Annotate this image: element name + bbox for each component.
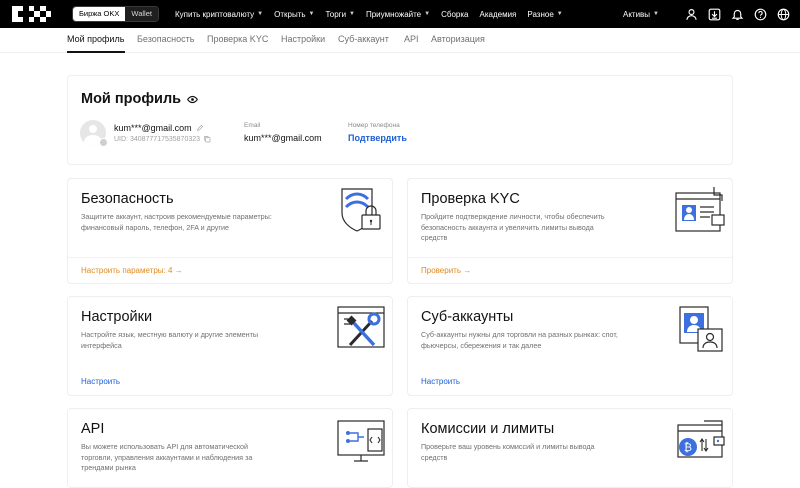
menu-item-label: Сборка <box>441 9 469 19</box>
card-description: Настройте язык, местную валюту и другие … <box>81 330 259 350</box>
product-switch: Биржа OKX Wallet <box>72 6 159 22</box>
settings-tools-icon <box>337 306 385 348</box>
wallet-bitcoin-icon: ₿ <box>677 420 725 458</box>
exchange-switch-button[interactable]: Биржа OKX <box>73 7 126 21</box>
card-title: Безопасность <box>81 191 174 207</box>
card-description: Проверьте ваш уровень комиссий и лимиты … <box>421 442 595 462</box>
chevron-down-icon: ▼ <box>257 11 264 17</box>
card-description: Защитите аккаунт, настроив рекомендуемые… <box>81 212 272 232</box>
menu-item-label: Академия <box>479 9 517 19</box>
configure-settings-link[interactable]: Настроить <box>81 377 120 386</box>
bell-icon[interactable] <box>730 7 744 21</box>
kyc-card[interactable]: Проверка KYC Пройдите подтверждение личн… <box>407 178 733 284</box>
sub-accounts-card[interactable]: Суб-аккаунты Суб-аккаунты нужны для торг… <box>407 296 733 396</box>
menu-grow[interactable]: Приумножайте ▼ <box>366 10 430 19</box>
card-title: API <box>81 421 105 437</box>
id-document-icon <box>675 187 725 232</box>
eye-icon[interactable] <box>187 94 199 105</box>
security-card[interactable]: Безопасность Защитите аккаунт, настроив … <box>67 178 393 284</box>
uid-text: UID: 340877717535870323 <box>114 135 201 143</box>
card-description: Пройдите подтверждение личности, чтобы о… <box>421 212 605 242</box>
phone-label: Номер телефона <box>348 122 400 129</box>
chevron-down-icon: ▼ <box>653 11 659 17</box>
card-description: Суб-аккаунты нужны для торговли на разны… <box>421 330 618 350</box>
menu-build[interactable]: Сборка <box>441 10 468 19</box>
card-description: Вы можете использовать API для автоматич… <box>81 442 253 472</box>
username: kum***@gmail.com <box>114 123 204 133</box>
email-value: kum***@gmail.com <box>244 133 322 143</box>
api-card[interactable]: API Вы можете использовать API для автом… <box>67 408 393 488</box>
menu-buy-crypto[interactable]: Купить криптовалюту ▼ <box>175 10 263 19</box>
api-monitor-icon <box>337 420 385 462</box>
page-title: Мой профиль <box>81 91 199 107</box>
tab-my-profile[interactable]: Мой профиль <box>67 34 124 44</box>
active-tab-indicator <box>67 51 125 53</box>
copy-icon[interactable] <box>203 135 211 143</box>
menu-more[interactable]: Разное ▼ <box>527 10 562 19</box>
configure-sub-accounts-link[interactable]: Настроить <box>421 377 460 386</box>
globe-icon[interactable] <box>776 7 790 21</box>
menu-item-label: Открыть <box>274 9 306 19</box>
card-divider <box>68 257 392 258</box>
user-icon[interactable] <box>684 7 698 21</box>
help-icon[interactable] <box>753 7 767 21</box>
username-text: kum***@gmail.com <box>114 123 192 133</box>
menu-item-label: Торги <box>325 9 347 19</box>
right-navigation: Активы ▼ <box>623 0 790 28</box>
page-title-text: Мой профиль <box>81 91 182 107</box>
sub-account-icon <box>679 306 723 352</box>
wallet-switch-button[interactable]: Wallet <box>125 7 158 21</box>
profile-card: Мой профиль kum***@gmail.com UID: 340877… <box>67 75 733 165</box>
tab-api[interactable]: API <box>404 34 419 44</box>
fees-limits-card[interactable]: Комиссии и лимиты Проверьте ваш уровень … <box>407 408 733 488</box>
tab-kyc[interactable]: Проверка KYC <box>207 34 268 44</box>
camera-icon[interactable] <box>99 138 108 147</box>
chevron-down-icon: ▼ <box>424 11 431 17</box>
menu-item-label: Купить криптовалюту <box>175 9 255 19</box>
card-title: Суб-аккаунты <box>421 309 514 325</box>
edit-icon[interactable] <box>196 124 204 132</box>
settings-card[interactable]: Настройки Настройте язык, местную валюту… <box>67 296 393 396</box>
card-title: Комиссии и лимиты <box>421 421 555 437</box>
tab-sub-account[interactable]: Суб-аккаунт <box>338 34 389 44</box>
okx-logo[interactable] <box>12 6 58 22</box>
top-navigation: Биржа OKX Wallet Купить криптовалюту ▼ От… <box>0 0 800 28</box>
assets-label: Активы <box>622 9 651 19</box>
card-divider <box>408 257 732 258</box>
download-icon[interactable] <box>707 7 721 21</box>
menu-academy[interactable]: Академия <box>479 10 516 19</box>
card-title: Проверка KYC <box>421 191 520 207</box>
tab-authorization[interactable]: Авторизация <box>431 34 485 44</box>
menu-open[interactable]: Открыть ▼ <box>274 10 314 19</box>
uid: UID: 340877717535870323 <box>114 135 211 143</box>
chevron-down-icon: ▼ <box>308 11 315 17</box>
shield-lock-icon <box>341 188 381 232</box>
assets-menu[interactable]: Активы ▼ <box>623 10 659 19</box>
profile-tabs: Мой профиль Безопасность Проверка KYC На… <box>0 28 800 53</box>
tab-settings[interactable]: Настройки <box>281 34 325 44</box>
svg-text:₿: ₿ <box>684 441 692 454</box>
email-label: Email <box>244 122 261 129</box>
configure-security-link[interactable]: Настроить параметры: 4 → <box>81 266 183 275</box>
tab-security[interactable]: Безопасность <box>137 34 194 44</box>
menu-trade[interactable]: Торги ▼ <box>325 10 355 19</box>
chevron-down-icon: ▼ <box>556 11 563 17</box>
menu-item-label: Приумножайте <box>365 9 422 19</box>
verify-kyc-link[interactable]: Проверить → <box>421 266 471 275</box>
menu-item-label: Разное <box>527 9 554 19</box>
chevron-down-icon: ▼ <box>349 11 355 17</box>
verify-phone-link[interactable]: Подтвердить <box>348 133 407 143</box>
card-title: Настройки <box>81 309 153 325</box>
main-menu: Купить криптовалюту ▼ Открыть ▼ Торги ▼ При… <box>175 0 574 28</box>
